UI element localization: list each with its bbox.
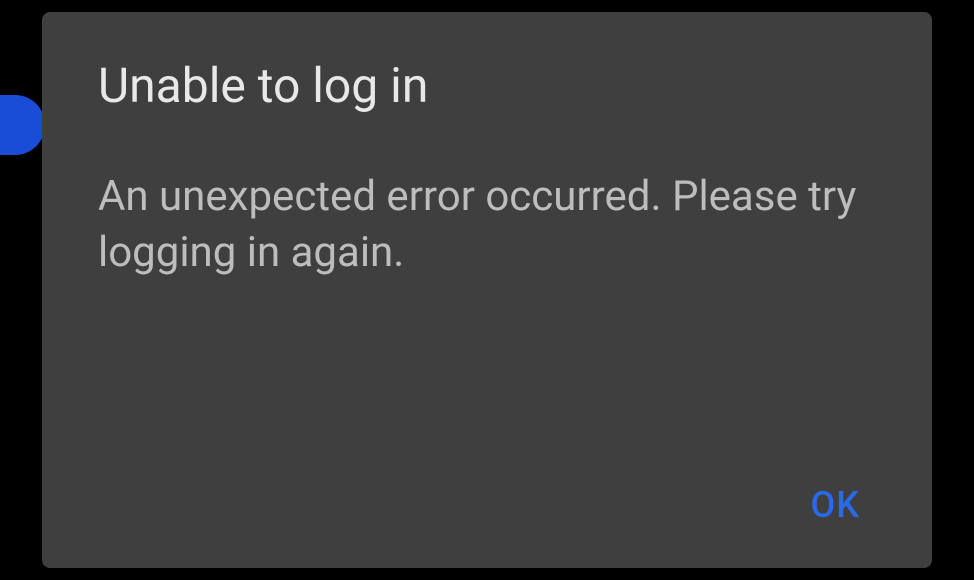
- background-button-hint: [0, 95, 45, 155]
- dialog-actions: OK: [98, 464, 876, 534]
- error-dialog: Unable to log in An unexpected error occ…: [42, 12, 932, 568]
- dialog-title: Unable to log in: [98, 60, 876, 113]
- dialog-message: An unexpected error occurred. Please try…: [98, 169, 876, 464]
- ok-button[interactable]: OK: [794, 476, 876, 534]
